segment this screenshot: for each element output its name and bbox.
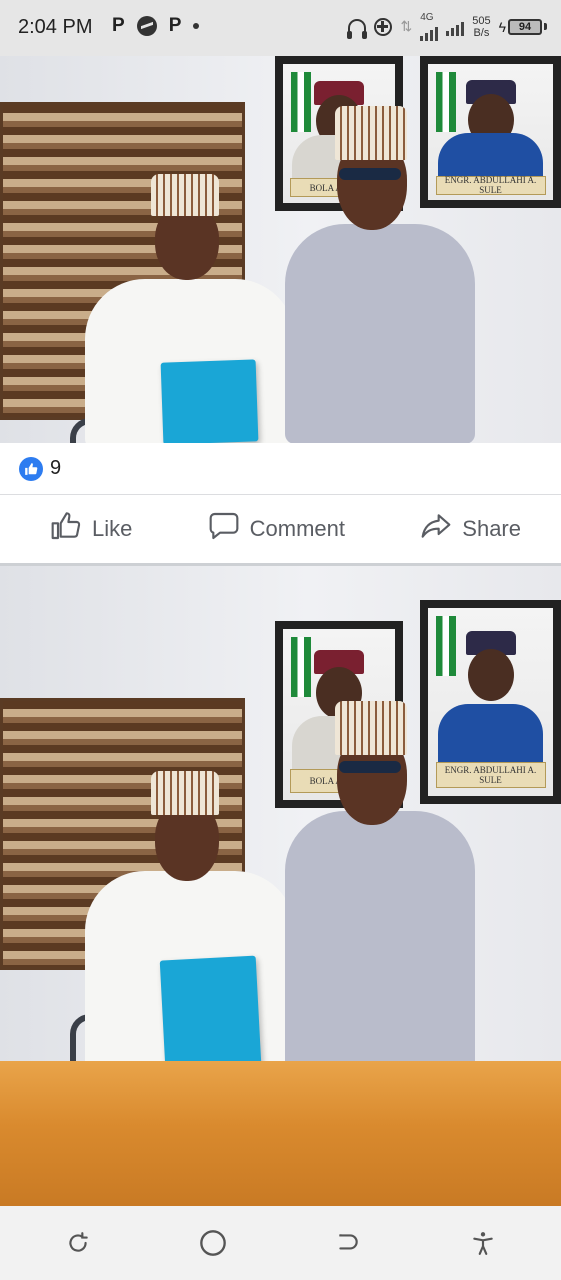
- charging-bolt-icon: ϟ: [498, 18, 506, 35]
- accessibility-icon[interactable]: [467, 1227, 499, 1259]
- battery-indicator: ϟ 94: [498, 18, 547, 35]
- more-notifications-dot-icon: [193, 23, 200, 29]
- p-app-icon: P: [168, 15, 182, 36]
- like-reaction-icon: [19, 457, 43, 481]
- signal-icon: [420, 23, 439, 41]
- share-label: Share: [462, 516, 521, 541]
- person-right: [285, 106, 480, 443]
- post-actions: Like Comment Share: [0, 495, 561, 563]
- wooden-table: [0, 1061, 561, 1206]
- comment-label: Comment: [249, 516, 345, 541]
- mobile-signal: 4G: [420, 12, 439, 41]
- like-label: Like: [92, 516, 133, 541]
- blue-folder: [160, 359, 259, 443]
- reaction-count: 9: [50, 457, 62, 479]
- notification-icons: P P: [112, 15, 200, 37]
- post-photo[interactable]: BOLA AHMED ENGR. ABDULLAHI A. SULE: [0, 56, 561, 443]
- post-photo[interactable]: BOLA AHMED ENGR. ABDULLAHI A. SULE: [0, 566, 561, 1206]
- comment-button[interactable]: Comment: [208, 510, 345, 548]
- status-time: 2:04 PM: [18, 16, 93, 38]
- speed-value: 505: [472, 14, 491, 27]
- share-arrow-icon: [420, 510, 452, 548]
- recents-icon[interactable]: [62, 1227, 94, 1259]
- reaction-summary[interactable]: 9: [0, 443, 561, 495]
- comment-bubble-icon: [208, 510, 240, 548]
- data-saver-icon: [374, 17, 393, 36]
- data-arrows-icon: ⇅: [400, 18, 413, 34]
- speed-unit: B/s: [473, 26, 490, 39]
- battery-level: 94: [508, 18, 542, 35]
- like-button[interactable]: Like: [50, 510, 132, 548]
- headphones-icon: [347, 18, 368, 39]
- network-type: 4G: [420, 12, 434, 23]
- system-icons: ⇅ 4G 505 B/s ϟ 94: [347, 12, 547, 41]
- status-bar: 2:04 PM P P ⇅ 4G 505 B/s ϟ 94: [0, 0, 561, 56]
- p-app-icon: P: [112, 15, 125, 36]
- back-icon[interactable]: [332, 1227, 364, 1259]
- home-icon[interactable]: [197, 1227, 229, 1259]
- share-button[interactable]: Share: [420, 510, 521, 548]
- network-speed: 505 B/s: [472, 15, 490, 39]
- messenger-icon: [136, 16, 157, 36]
- battery-tip: [544, 23, 547, 30]
- thumbs-up-icon: [50, 510, 82, 548]
- signal-icon: [446, 18, 465, 36]
- system-nav-bar: [0, 1206, 561, 1280]
